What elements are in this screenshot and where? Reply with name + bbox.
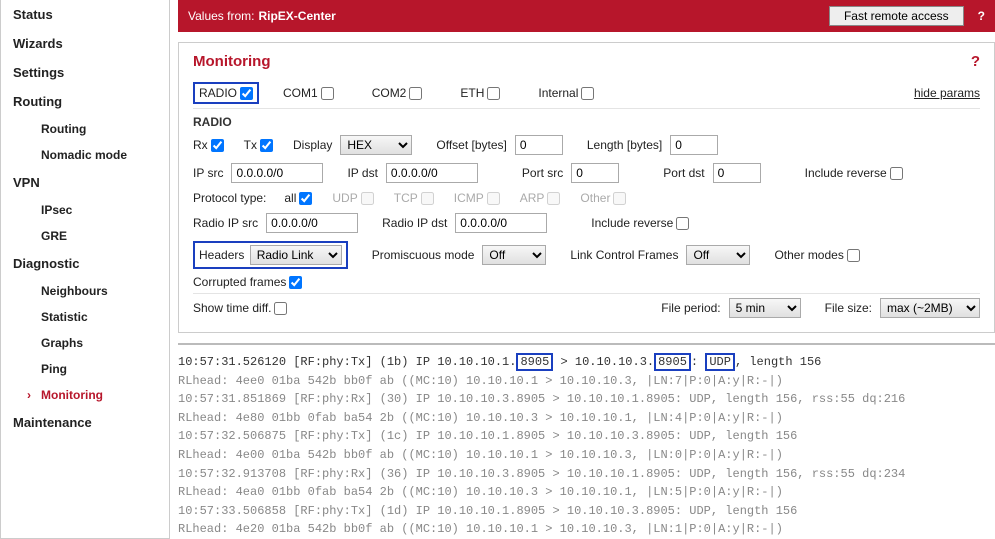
log-line-3: 10:57:31.851869 [RF:phy:Rx] (30) IP 10.1… (178, 390, 995, 409)
protocol-udp-checkbox[interactable]: UDP (332, 191, 373, 205)
filesize-select[interactable]: max (~2MB) (880, 298, 980, 318)
ipsrc-input[interactable] (231, 163, 323, 183)
protocol-all-checkbox[interactable]: all (284, 191, 312, 205)
tx-checkbox[interactable]: Tx (244, 138, 273, 152)
offset-input[interactable] (515, 135, 563, 155)
eth-checkbox[interactable]: ETH (460, 86, 500, 100)
corrupted-frames-checkbox[interactable]: Corrupted frames (193, 275, 302, 289)
topbar-source: RipEX-Center (258, 9, 335, 23)
length-input[interactable] (670, 135, 718, 155)
offset-label: Offset [bytes] (436, 138, 506, 152)
log-line-8: RLhead: 4ea0 01bb 0fab ba54 2b ((MC:10) … (178, 483, 995, 502)
ipsrc-label: IP src (193, 166, 223, 180)
sidebar-sub-nomadic[interactable]: Nomadic mode (1, 142, 169, 168)
main-content: Values from: RipEX-Center Fast remote ac… (170, 0, 995, 539)
radio-section-heading: RADIO (193, 109, 980, 131)
radio-filter-highlight: RADIO (193, 82, 259, 104)
radio-ipsrc-input[interactable] (266, 213, 358, 233)
protocol-arp-checkbox[interactable]: ARP (520, 191, 561, 205)
topbar-label: Values from: (188, 9, 254, 23)
help-icon[interactable]: ? (978, 9, 985, 23)
promiscuous-label: Promiscuous mode (372, 248, 475, 262)
com2-checkbox[interactable]: COM2 (372, 86, 423, 100)
com1-checkbox[interactable]: COM1 (283, 86, 334, 100)
include-reverse-2-checkbox[interactable]: Include reverse (591, 216, 689, 230)
filesize-label: File size: (825, 301, 872, 315)
rx-checkbox[interactable]: Rx (193, 138, 224, 152)
monitoring-panel: Monitoring ? RADIO COM1 COM2 ETH Interna… (178, 42, 995, 333)
sidebar-sub-monitoring[interactable]: Monitoring (1, 382, 169, 408)
fileperiod-select[interactable]: 5 min (729, 298, 801, 318)
display-label: Display (293, 138, 332, 152)
log-line-5: 10:57:32.506875 [RF:phy:Tx] (1c) IP 10.1… (178, 427, 995, 446)
sidebar-item-settings[interactable]: Settings (1, 58, 169, 87)
linkctrl-label: Link Control Frames (570, 248, 678, 262)
display-select[interactable]: HEX (340, 135, 412, 155)
protocol-label: Protocol type: (193, 191, 266, 205)
portsrc-label: Port src (522, 166, 563, 180)
headers-label: Headers (199, 248, 244, 262)
sidebar-sub-neighbours[interactable]: Neighbours (1, 278, 169, 304)
sidebar-item-vpn[interactable]: VPN (1, 168, 169, 197)
radio-checkbox-input[interactable] (240, 87, 253, 100)
radio-checkbox[interactable]: RADIO (199, 86, 253, 100)
sidebar-item-routing[interactable]: Routing (1, 87, 169, 116)
sidebar-sub-ping[interactable]: Ping (1, 356, 169, 382)
log-line-1: 10:57:31.526120 [RF:phy:Tx] (1b) IP 10.1… (178, 353, 995, 372)
sidebar-sub-gre[interactable]: GRE (1, 223, 169, 249)
highlight-port-dst: 8905 (654, 353, 691, 371)
headers-select[interactable]: Radio Link (250, 245, 342, 265)
highlight-protocol: UDP (705, 353, 735, 371)
fast-remote-access-button[interactable]: Fast remote access (829, 6, 964, 26)
portdst-input[interactable] (713, 163, 761, 183)
log-line-7: 10:57:32.913708 [RF:phy:Rx] (36) IP 10.1… (178, 465, 995, 484)
sidebar-item-maintenance[interactable]: Maintenance (1, 408, 169, 437)
portdst-label: Port dst (663, 166, 704, 180)
radio-ipsrc-label: Radio IP src (193, 216, 258, 230)
panel-title: Monitoring (193, 53, 270, 70)
sidebar-item-wizards[interactable]: Wizards (1, 29, 169, 58)
log-line-2: RLhead: 4ee0 01ba 542b bb0f ab ((MC:10) … (178, 372, 995, 391)
sidebar-sub-routing[interactable]: Routing (1, 116, 169, 142)
highlight-port-src: 8905 (516, 353, 553, 371)
promiscuous-select[interactable]: Off (482, 245, 546, 265)
radio-label: RADIO (199, 86, 237, 100)
log-output: 10:57:31.526120 [RF:phy:Tx] (1b) IP 10.1… (178, 343, 995, 539)
protocol-other-checkbox[interactable]: Other (580, 191, 626, 205)
topbar: Values from: RipEX-Center Fast remote ac… (178, 0, 995, 32)
linkctrl-select[interactable]: Off (686, 245, 750, 265)
sidebar-sub-graphs[interactable]: Graphs (1, 330, 169, 356)
ipdst-input[interactable] (386, 163, 478, 183)
ipdst-label: IP dst (347, 166, 377, 180)
log-line-10: RLhead: 4e20 01ba 542b bb0f ab ((MC:10) … (178, 520, 995, 539)
sidebar-sub-ipsec[interactable]: IPsec (1, 197, 169, 223)
fileperiod-label: File period: (661, 301, 720, 315)
portsrc-input[interactable] (571, 163, 619, 183)
length-label: Length [bytes] (587, 138, 662, 152)
hide-params-link[interactable]: hide params (914, 86, 980, 100)
show-time-diff-checkbox[interactable]: Show time diff. (193, 301, 287, 315)
radio-ipdst-input[interactable] (455, 213, 547, 233)
other-modes-checkbox[interactable]: Other modes (774, 248, 859, 262)
sidebar-sub-statistic[interactable]: Statistic (1, 304, 169, 330)
protocol-icmp-checkbox[interactable]: ICMP (454, 191, 500, 205)
sidebar-item-diagnostic[interactable]: Diagnostic (1, 249, 169, 278)
include-reverse-1-checkbox[interactable]: Include reverse (805, 166, 903, 180)
log-line-4: RLhead: 4e80 01bb 0fab ba54 2b ((MC:10) … (178, 409, 995, 428)
headers-highlight: Headers Radio Link (193, 241, 348, 269)
sidebar: Status Wizards Settings Routing Routing … (0, 0, 170, 539)
log-line-6: RLhead: 4e00 01ba 542b bb0f ab ((MC:10) … (178, 446, 995, 465)
sidebar-item-status[interactable]: Status (1, 0, 169, 29)
log-line-9: 10:57:33.506858 [RF:phy:Tx] (1d) IP 10.1… (178, 502, 995, 521)
radio-ipdst-label: Radio IP dst (382, 216, 447, 230)
protocol-tcp-checkbox[interactable]: TCP (394, 191, 434, 205)
panel-help-icon[interactable]: ? (971, 53, 980, 70)
internal-checkbox[interactable]: Internal (538, 86, 594, 100)
